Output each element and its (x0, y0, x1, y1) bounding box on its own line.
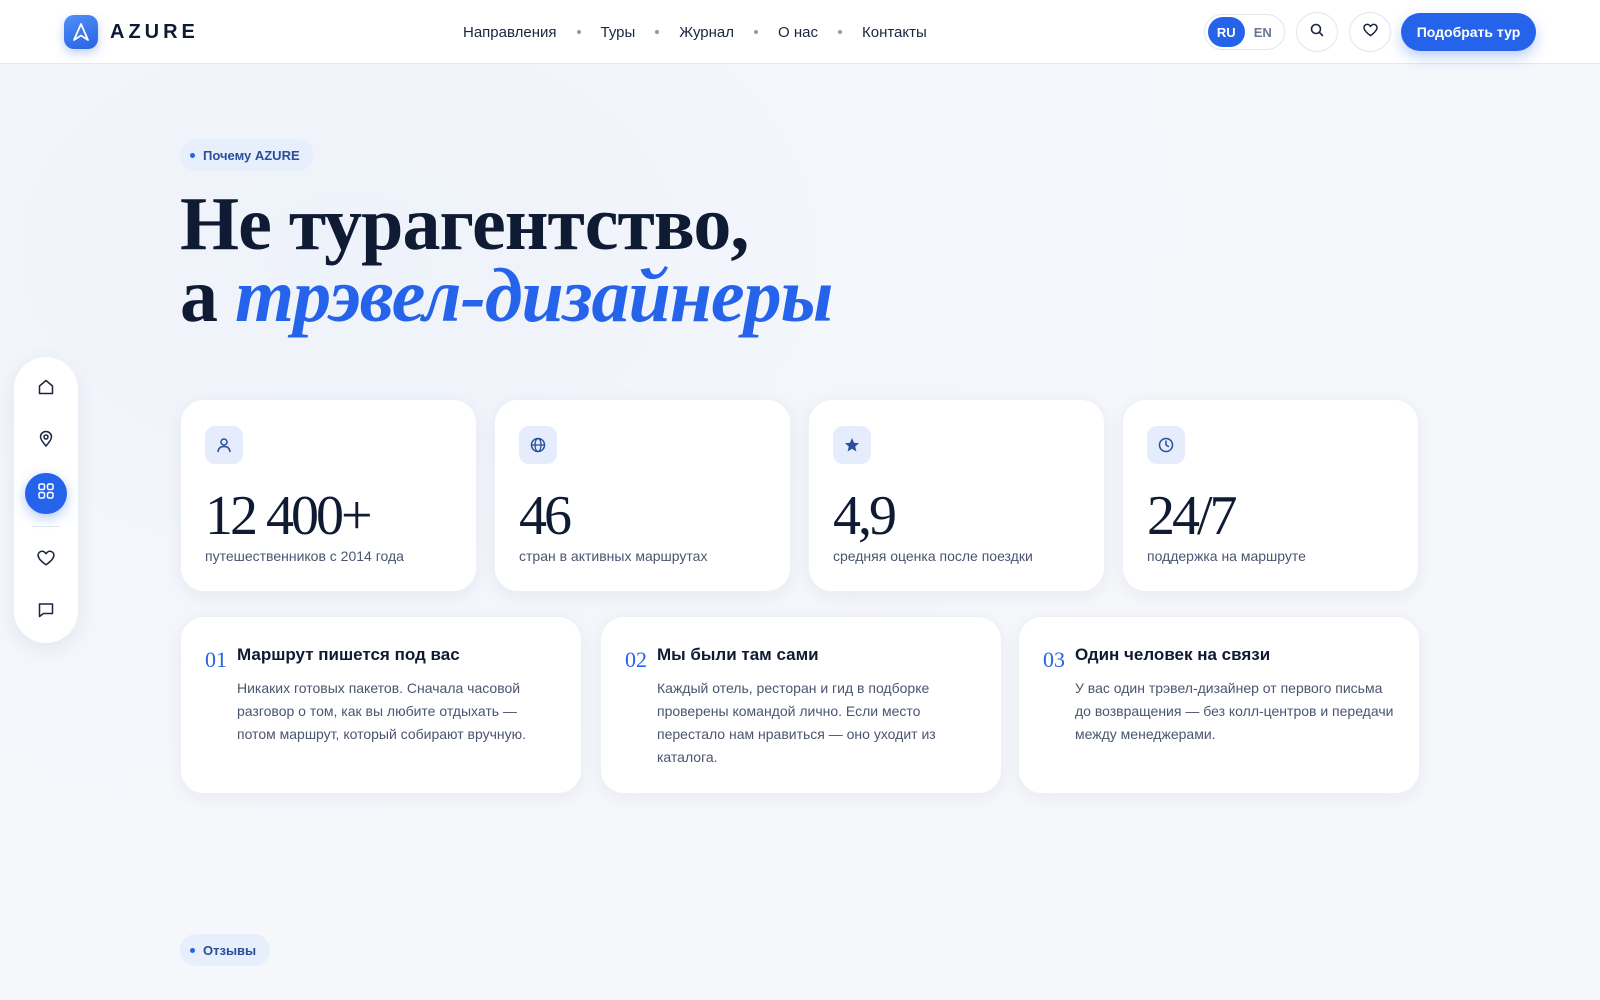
rail-grid-button[interactable] (25, 472, 67, 515)
stat-value: 46 (519, 485, 572, 547)
search-icon (1310, 23, 1324, 42)
brand-name: AZURE (110, 20, 199, 43)
search-button[interactable] (1296, 12, 1338, 52)
map-pin-icon (37, 430, 55, 453)
stat-label: путешественников с 2014 года (205, 548, 404, 564)
section-badge-why: Почему AZURE (180, 139, 314, 171)
feature-number: 02 (625, 647, 647, 672)
heading-prefix: а (180, 254, 218, 338)
nav-separator (576, 30, 581, 34)
rail-favorites-button[interactable] (25, 539, 67, 581)
pick-tour-button[interactable]: Подобрать тур (1401, 13, 1536, 51)
globe-icon (519, 426, 557, 464)
feature-number: 01 (205, 647, 227, 672)
stat-value: 12 400+ (205, 485, 373, 547)
nav-item-about[interactable]: О нас (778, 24, 818, 41)
stat-value: 24/7 (1147, 485, 1238, 547)
stat-card-travelers: 12 400+ путешественников с 2014 года (180, 399, 477, 592)
site-header: AZURE Направления Туры Журнал О нас Конт… (0, 0, 1600, 64)
brand-logo[interactable]: AZURE (64, 15, 199, 49)
feature-text: Никаких готовых пакетов. Сначала часовой… (237, 680, 527, 742)
nav-separator (655, 30, 660, 34)
rail-divider (32, 526, 60, 528)
main-nav: Направления Туры Журнал О нас Контакты (463, 0, 927, 64)
star-icon (833, 426, 871, 464)
stat-label: стран в активных маршрутах (519, 548, 708, 564)
stat-label: средняя оценка после поездки (833, 548, 1033, 564)
stat-card-countries: 46 стран в активных маршрутах (494, 399, 791, 592)
section-badge-reviews: Отзывы (180, 934, 271, 966)
heart-icon (1362, 23, 1378, 42)
nav-item-journal[interactable]: Журнал (679, 24, 734, 41)
feature-title: Один человек на связи (1075, 645, 1271, 664)
feature-card: 03 Один человек на связи У вас один трэв… (1018, 616, 1420, 794)
nav-item-directions[interactable]: Направления (463, 24, 557, 41)
lang-en-button[interactable]: EN (1245, 17, 1282, 47)
badge-bullet (190, 152, 195, 158)
feature-title: Мы были там сами (657, 645, 819, 664)
nav-item-contacts[interactable]: Контакты (862, 24, 927, 41)
badge-label: Отзывы (203, 942, 257, 958)
feature-card: 02 Мы были там сами Каждый отель, рестор… (600, 616, 1002, 794)
nav-item-tours[interactable]: Туры (601, 24, 636, 41)
feature-card: 01 Маршрут пишется под вас Никаких готов… (180, 616, 582, 794)
heart-icon (37, 550, 55, 571)
stat-label: поддержка на маршруте (1147, 548, 1306, 564)
badge-bullet (190, 947, 195, 953)
stat-card-rating: 4,9 средняя оценка после поездки (808, 399, 1105, 592)
nav-separator (837, 30, 842, 34)
section-heading: Не турагентство, а трэвел-дизайнеры (180, 186, 833, 334)
side-rail (14, 357, 78, 643)
stat-value: 4,9 (833, 485, 897, 547)
grid-icon (37, 482, 55, 505)
rail-home-button[interactable] (25, 369, 67, 411)
chat-icon (37, 601, 55, 624)
rail-chat-button[interactable] (25, 591, 67, 633)
favorites-button[interactable] (1349, 12, 1391, 52)
clock-icon (1147, 426, 1185, 464)
language-switcher: RU EN (1204, 14, 1285, 50)
feature-text: У вас один трэвел-дизайнер от первого пи… (1075, 680, 1394, 742)
feature-text: Каждый отель, ресторан и гид в подборке … (657, 680, 936, 765)
logo-mark-icon (64, 15, 98, 49)
badge-label: Почему AZURE (203, 147, 300, 163)
lang-ru-button[interactable]: RU (1208, 17, 1245, 47)
user-icon (205, 426, 243, 464)
home-icon (37, 378, 55, 401)
feature-number: 03 (1043, 647, 1065, 672)
stat-card-support: 24/7 поддержка на маршруте (1122, 399, 1419, 592)
heading-accent: трэвел-дизайнеры (235, 254, 833, 338)
nav-separator (754, 30, 759, 34)
rail-map-button[interactable] (25, 421, 67, 463)
feature-title: Маршрут пишется под вас (237, 645, 460, 664)
